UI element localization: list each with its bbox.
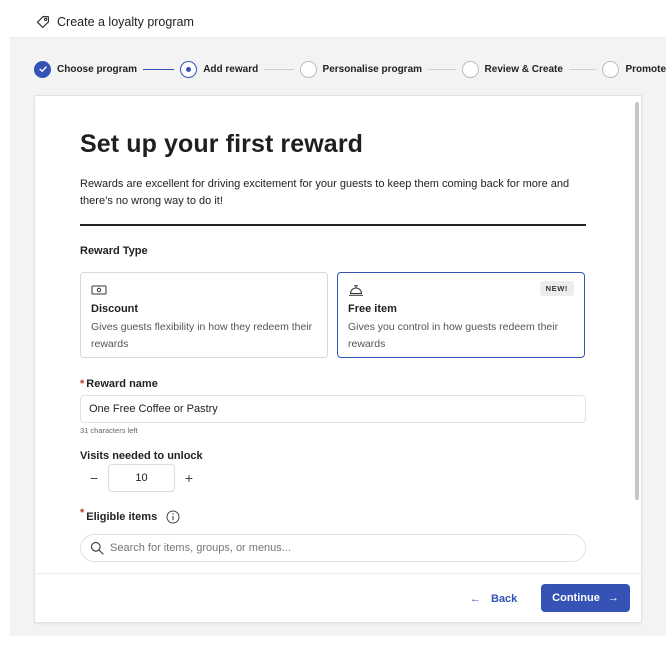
tag-icon	[35, 14, 51, 30]
step-connector	[264, 68, 294, 70]
scrollbar[interactable]	[635, 102, 639, 500]
search-icon	[90, 541, 104, 555]
service-bell-icon	[348, 283, 364, 297]
top-bar: Create a loyalty program	[10, 6, 666, 38]
visits-label: Visits needed to unlock	[80, 450, 203, 462]
reward-option-discount[interactable]: Discount Gives guests flexibility in how…	[80, 272, 328, 358]
eligible-items-label: * Eligible items	[80, 506, 180, 524]
step-label: Choose program	[57, 63, 138, 75]
step-label: Add reward	[203, 63, 259, 75]
continue-button[interactable]: Continue →	[541, 584, 630, 612]
app-shell: Create a loyalty program Choose program …	[10, 6, 666, 636]
field-label: Eligible items	[86, 510, 158, 523]
step-promote[interactable]: Promote	[602, 60, 666, 78]
page-title: Create a loyalty program	[57, 14, 194, 29]
step-connector	[568, 68, 597, 70]
step-review-create[interactable]: Review & Create	[461, 60, 563, 78]
cash-icon	[91, 283, 107, 297]
option-title: Free item	[348, 303, 397, 315]
empty-step-icon	[461, 60, 479, 78]
new-badge: NEW!	[539, 281, 574, 296]
reward-setup-card: Set up your first reward Rewards are exc…	[34, 95, 642, 623]
option-title: Discount	[91, 303, 139, 315]
step-connector	[143, 68, 175, 70]
arrow-right-icon: →	[607, 592, 619, 604]
step-label: Personalise program	[322, 63, 423, 75]
reward-name-label: * Reward name	[80, 378, 158, 390]
visits-input[interactable]	[108, 464, 175, 492]
footer-actions: ← Back Continue →	[35, 573, 641, 622]
decrement-button[interactable]: −	[80, 464, 108, 492]
step-label: Review & Create	[484, 63, 563, 75]
check-icon	[34, 60, 51, 78]
intro-text: Rewards are excellent for driving excite…	[80, 178, 570, 207]
character-count: 31 characters left	[80, 426, 138, 435]
empty-step-icon	[602, 60, 620, 78]
step-connector	[428, 68, 456, 70]
reward-name-input[interactable]	[80, 395, 586, 423]
info-icon[interactable]	[166, 510, 180, 524]
divider	[80, 224, 586, 226]
step-label: Promote	[625, 63, 666, 75]
step-personalise-program[interactable]: Personalise program	[299, 60, 423, 78]
option-description: Gives you control in how guests redeem t…	[348, 321, 559, 350]
option-description: Gives guests flexibility in how they red…	[91, 321, 313, 350]
back-label: Back	[491, 593, 518, 605]
visits-stepper: − +	[80, 464, 203, 492]
reward-type-label: Reward Type	[80, 245, 148, 257]
increment-button[interactable]: +	[175, 464, 203, 492]
arrow-left-icon: ←	[470, 593, 481, 605]
eligible-items-search[interactable]	[80, 534, 586, 562]
step-add-reward[interactable]: Add reward	[180, 60, 259, 78]
reward-option-free-item[interactable]: NEW! Free item Gives you control in how …	[337, 272, 585, 358]
progress-stepper: Choose program Add reward Personalise pr…	[10, 52, 666, 86]
section-heading: Set up your first reward	[80, 130, 364, 158]
required-marker: *	[80, 378, 85, 390]
required-marker: *	[80, 506, 85, 519]
current-step-icon	[180, 60, 198, 78]
step-choose-program[interactable]: Choose program	[34, 60, 138, 78]
back-button[interactable]: ← Back	[470, 588, 517, 610]
search-input[interactable]	[110, 542, 570, 554]
continue-label: Continue	[552, 592, 600, 604]
field-label: Reward name	[86, 378, 158, 390]
empty-step-icon	[299, 60, 317, 78]
